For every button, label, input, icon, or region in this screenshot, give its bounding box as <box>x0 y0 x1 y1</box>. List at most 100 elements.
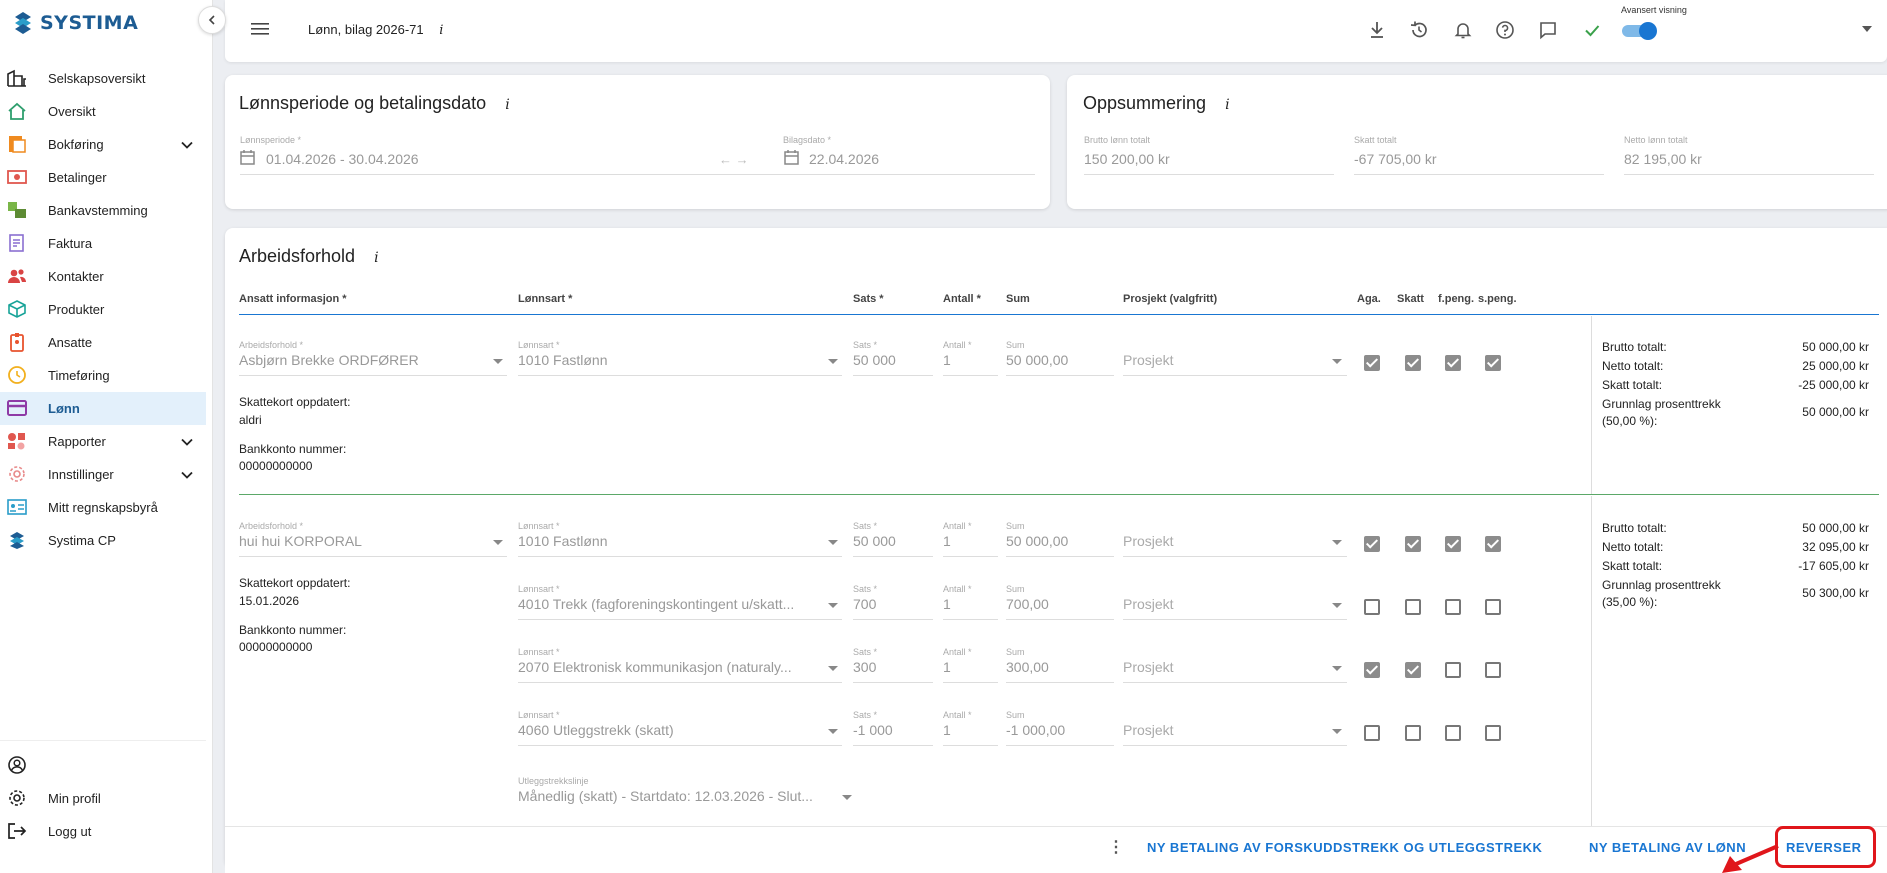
sidebar-item-rapporter[interactable]: Rapporter <box>0 425 206 458</box>
employee-select[interactable]: Asbjørn Brekke ORDFØRER <box>239 352 419 368</box>
aga-checkbox[interactable] <box>1364 725 1380 741</box>
rate-input[interactable]: -1 000 <box>853 722 893 738</box>
dropdown-arrow-icon[interactable] <box>1332 540 1342 545</box>
advanced-view-toggle[interactable] <box>1622 22 1657 40</box>
speng-checkbox[interactable] <box>1485 536 1501 552</box>
project-select[interactable]: Prosjekt <box>1123 659 1174 675</box>
project-select[interactable]: Prosjekt <box>1123 722 1174 738</box>
rate-input[interactable]: 50 000 <box>853 352 896 368</box>
qty-input[interactable]: 1 <box>943 722 951 738</box>
sidebar-item-systima-cp[interactable]: Systima CP <box>0 524 206 557</box>
calendar-icon[interactable] <box>240 149 255 165</box>
history-icon[interactable] <box>1408 19 1430 41</box>
chevron-down-icon[interactable] <box>180 468 194 482</box>
sidebar-bottom-item-logout[interactable]: Logg ut <box>0 815 206 848</box>
systima-logo[interactable]: SYSTIMA <box>12 10 138 36</box>
dropdown-arrow-icon[interactable] <box>828 729 838 734</box>
dropdown-arrow-icon[interactable] <box>842 795 852 800</box>
rate-input[interactable]: 300 <box>853 659 876 675</box>
speng-checkbox[interactable] <box>1485 355 1501 371</box>
info-icon[interactable]: i <box>505 97 509 113</box>
speng-checkbox[interactable] <box>1485 662 1501 678</box>
salary-type-select[interactable]: 1010 Fastlønn <box>518 533 608 549</box>
calendar-icon[interactable] <box>784 149 799 165</box>
sidebar-item-selskapsoversikt[interactable]: Selskapsoversikt <box>0 62 206 95</box>
collapse-sidebar-button[interactable] <box>198 6 226 34</box>
dropdown-arrow-icon[interactable] <box>1332 729 1342 734</box>
tax-checkbox[interactable] <box>1405 725 1421 741</box>
rate-input[interactable]: 50 000 <box>853 533 896 549</box>
tax-checkbox[interactable] <box>1405 662 1421 678</box>
info-icon[interactable]: i <box>1225 97 1229 113</box>
user-menu-chevron-down-icon[interactable] <box>1861 24 1873 34</box>
employee-select[interactable]: hui hui KORPORAL <box>239 533 362 549</box>
sidebar-item-bokføring[interactable]: Bokføring <box>0 128 206 161</box>
notification-bell-icon[interactable] <box>1452 19 1474 41</box>
chat-icon[interactable] <box>1537 19 1559 41</box>
dropdown-arrow-icon[interactable] <box>828 359 838 364</box>
qty-input[interactable]: 1 <box>943 596 951 612</box>
period-nav-arrows[interactable]: ← → <box>719 152 749 167</box>
project-select[interactable]: Prosjekt <box>1123 352 1174 368</box>
voucher-date-value[interactable]: 22.04.2026 <box>809 151 879 167</box>
qty-input[interactable]: 1 <box>943 659 951 675</box>
sidebar-item-innstillinger[interactable]: Innstillinger <box>0 458 206 491</box>
fpeng-checkbox[interactable] <box>1445 536 1461 552</box>
sidebar-item-kontakter[interactable]: Kontakter <box>0 260 206 293</box>
sidebar-item-produkter[interactable]: Produkter <box>0 293 206 326</box>
download-icon[interactable] <box>1366 19 1388 41</box>
salary-type-select[interactable]: 4010 Trekk (fagforeningskontingent u/ska… <box>518 596 794 612</box>
info-icon[interactable]: i <box>374 250 378 266</box>
sidebar-item-bankavstemming[interactable]: Bankavstemming <box>0 194 206 227</box>
project-select[interactable]: Prosjekt <box>1123 533 1174 549</box>
sum-value[interactable]: -1 000,00 <box>1006 722 1065 738</box>
help-icon[interactable] <box>1494 19 1516 41</box>
check-icon[interactable] <box>1581 19 1603 41</box>
aga-checkbox[interactable] <box>1364 355 1380 371</box>
project-select[interactable]: Prosjekt <box>1123 596 1174 612</box>
dropdown-arrow-icon[interactable] <box>1332 359 1342 364</box>
new-withholding-payment-button[interactable]: NY BETALING AV FORSKUDDSTREKK OG UTLEGGS… <box>1147 840 1542 855</box>
fpeng-checkbox[interactable] <box>1445 662 1461 678</box>
dropdown-arrow-icon[interactable] <box>1332 666 1342 671</box>
aga-checkbox[interactable] <box>1364 599 1380 615</box>
dropdown-arrow-icon[interactable] <box>828 603 838 608</box>
dropdown-arrow-icon[interactable] <box>828 666 838 671</box>
fpeng-checkbox[interactable] <box>1445 355 1461 371</box>
aga-checkbox[interactable] <box>1364 662 1380 678</box>
rate-input[interactable]: 700 <box>853 596 876 612</box>
sum-value[interactable]: 300,00 <box>1006 659 1049 675</box>
dropdown-arrow-icon[interactable] <box>493 540 503 545</box>
sidebar-bottom-item-account-circle[interactable] <box>0 749 206 782</box>
aga-checkbox[interactable] <box>1364 536 1380 552</box>
chevron-down-icon[interactable] <box>180 435 194 449</box>
fpeng-checkbox[interactable] <box>1445 725 1461 741</box>
dropdown-arrow-icon[interactable] <box>493 359 503 364</box>
sidebar-item-timeføring[interactable]: Timeføring <box>0 359 206 392</box>
fpeng-checkbox[interactable] <box>1445 599 1461 615</box>
deduction-line-select[interactable]: Månedlig (skatt) - Startdato: 12.03.2026… <box>518 788 813 804</box>
dropdown-arrow-icon[interactable] <box>828 540 838 545</box>
sidebar-item-oversikt[interactable]: Oversikt <box>0 95 206 128</box>
tax-checkbox[interactable] <box>1405 599 1421 615</box>
sidebar-item-betalinger[interactable]: Betalinger <box>0 161 206 194</box>
menu-icon[interactable] <box>251 22 269 36</box>
sidebar-bottom-item-gear[interactable]: Min profil <box>0 782 206 815</box>
chevron-down-icon[interactable] <box>180 138 194 152</box>
tax-checkbox[interactable] <box>1405 355 1421 371</box>
sum-value[interactable]: 50 000,00 <box>1006 352 1068 368</box>
sidebar-item-mitt-regnskapsbyrå[interactable]: Mitt regnskapsbyrå <box>0 491 206 524</box>
salary-type-select[interactable]: 4060 Utleggstrekk (skatt) <box>518 722 674 738</box>
tax-checkbox[interactable] <box>1405 536 1421 552</box>
salary-type-select[interactable]: 1010 Fastlønn <box>518 352 608 368</box>
salary-type-select[interactable]: 2070 Elektronisk kommunikasjon (naturaly… <box>518 659 792 675</box>
qty-input[interactable]: 1 <box>943 533 951 549</box>
speng-checkbox[interactable] <box>1485 725 1501 741</box>
speng-checkbox[interactable] <box>1485 599 1501 615</box>
sidebar-item-ansatte[interactable]: Ansatte <box>0 326 206 359</box>
dropdown-arrow-icon[interactable] <box>1332 603 1342 608</box>
period-value[interactable]: 01.04.2026 - 30.04.2026 <box>266 151 419 167</box>
sum-value[interactable]: 50 000,00 <box>1006 533 1068 549</box>
more-options-icon[interactable]: ⋮ <box>1108 837 1125 857</box>
sum-value[interactable]: 700,00 <box>1006 596 1049 612</box>
